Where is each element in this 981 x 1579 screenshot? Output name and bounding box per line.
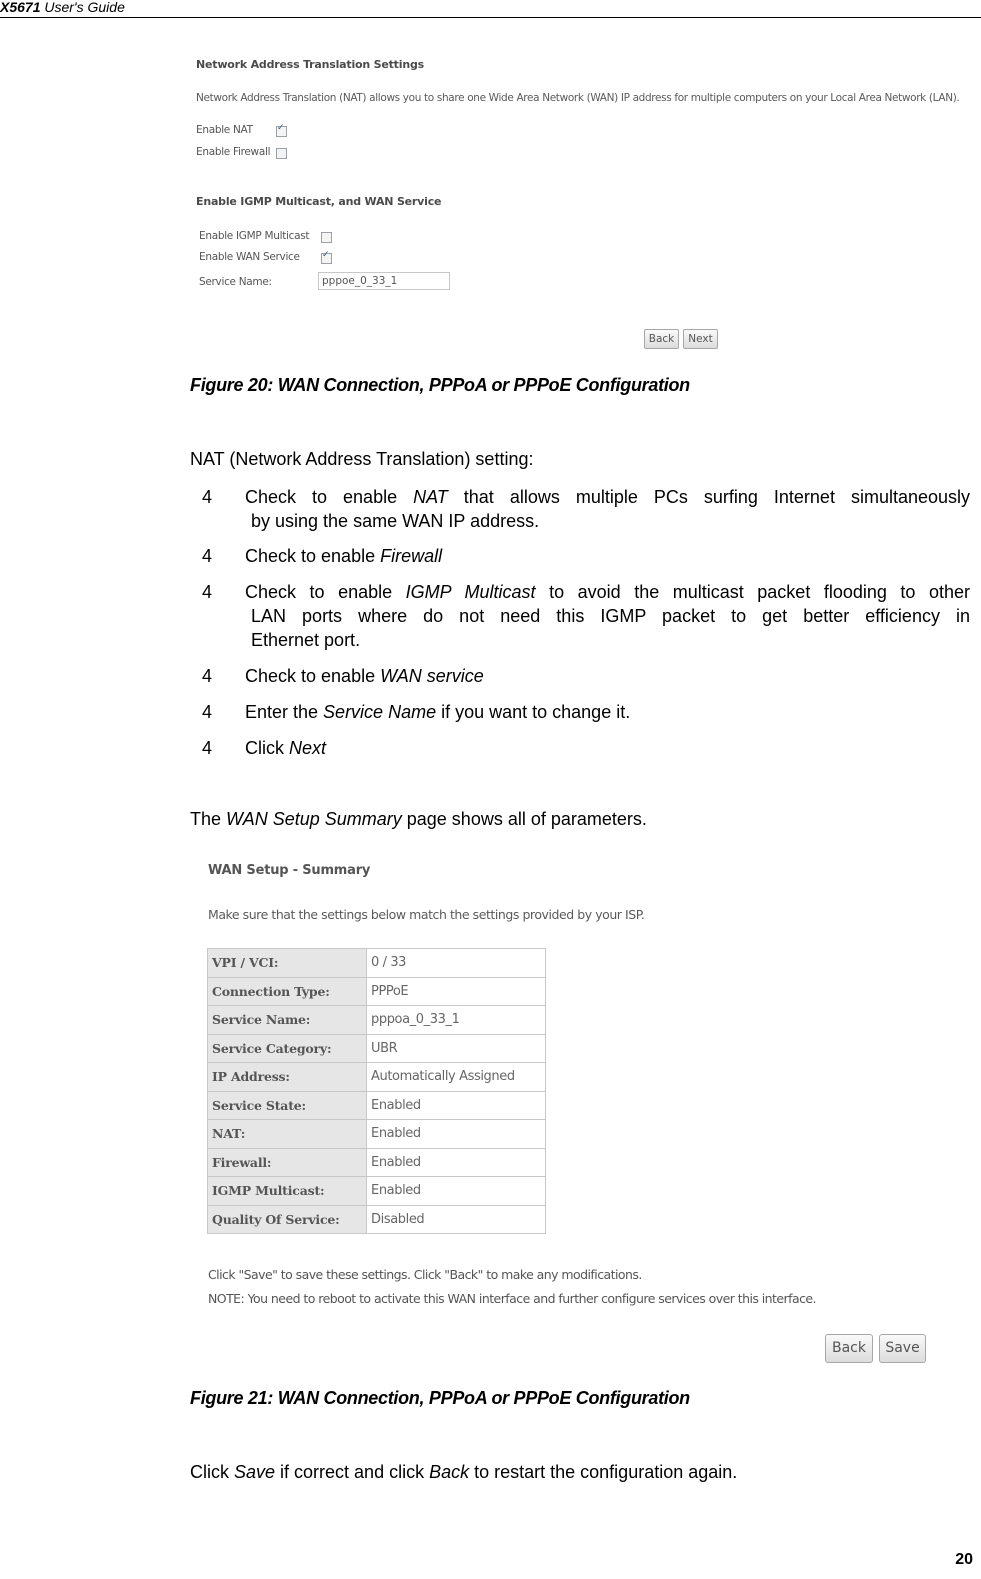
enable-wan-label: Enable WAN Service bbox=[199, 251, 300, 263]
service-name-input[interactable] bbox=[318, 272, 450, 290]
summary-row: NAT: Enabled bbox=[207, 1119, 546, 1149]
guide-label: User's Guide bbox=[40, 0, 125, 15]
summary-value: Enabled bbox=[366, 1090, 546, 1120]
step-text: that allows multiple PCs surfing Interne… bbox=[447, 487, 971, 507]
step-text: Click bbox=[245, 738, 289, 758]
step-emphasis: IGMP Multicast bbox=[405, 582, 536, 602]
emphasis: WAN Setup Summary bbox=[226, 809, 402, 829]
step-emphasis: Service Name bbox=[323, 702, 437, 722]
document-title: X5671 User's Guide bbox=[0, 0, 125, 15]
summary-row: Quality Of Service: Disabled bbox=[207, 1204, 546, 1234]
summary-value: Automatically Assigned bbox=[366, 1062, 546, 1092]
summary-intro: The WAN Setup Summary page shows all of … bbox=[190, 809, 647, 830]
summary-key: Firewall: bbox=[207, 1147, 367, 1177]
nat-settings-heading: Network Address Translation Settings bbox=[196, 58, 424, 71]
step-bullet: 4 bbox=[202, 666, 213, 686]
summary-row: Connection Type: PPPoE bbox=[207, 976, 546, 1006]
summary-key: Service State: bbox=[207, 1090, 367, 1120]
summary-row: Firewall: Enabled bbox=[207, 1147, 546, 1177]
summary-value: Enabled bbox=[366, 1176, 546, 1206]
step-text: Check to enable bbox=[245, 487, 414, 507]
step-emphasis: Next bbox=[289, 738, 327, 758]
step-text: Check to enable bbox=[245, 666, 381, 686]
figure-21-caption: Figure 21: WAN Connection, PPPoA or PPPo… bbox=[190, 1388, 690, 1408]
figure-20-caption: Figure 20: WAN Connection, PPPoA or PPPo… bbox=[190, 375, 690, 395]
page-number: 20 bbox=[955, 1551, 973, 1568]
step-bullet: 4 bbox=[202, 702, 213, 722]
enable-nat-label: Enable NAT bbox=[196, 124, 253, 136]
running-header: X5671 User's Guide bbox=[0, 0, 981, 18]
step-text: if you want to change it. bbox=[436, 702, 631, 722]
wan-summary-table: VPI / VCI: 0 / 33 Connection Type: PPPoE Ser… bbox=[207, 948, 546, 1234]
summary-key: Service Name: bbox=[207, 1005, 367, 1035]
summary-key: IGMP Multicast: bbox=[207, 1176, 367, 1206]
text: Click bbox=[190, 1462, 234, 1482]
summary-value: Enabled bbox=[366, 1147, 546, 1177]
back-button[interactable]: Back bbox=[644, 329, 679, 349]
summary-key: Quality Of Service: bbox=[207, 1204, 367, 1234]
text: page shows all of parameters. bbox=[401, 809, 647, 829]
summary-row: Service State: Enabled bbox=[207, 1090, 546, 1120]
service-name-label: Service Name: bbox=[199, 276, 272, 288]
enable-igmp-label: Enable IGMP Multicast bbox=[199, 230, 310, 242]
step-continuation: by using the same WAN IP address. bbox=[251, 511, 540, 531]
wan-summary-heading: WAN Setup - Summary bbox=[208, 863, 371, 878]
step-continuation: LAN ports where do not need this IGMP pa… bbox=[251, 606, 970, 626]
enable-firewall-label: Enable Firewall bbox=[196, 146, 271, 158]
summary-key: IP Address: bbox=[207, 1062, 367, 1092]
wan-summary-screenshot: WAN Setup - Summary Make sure that the s… bbox=[200, 855, 935, 1370]
nat-settings-screenshot: Network Address Translation Settings Net… bbox=[190, 52, 970, 357]
step-text: to avoid the multicast packet flooding t… bbox=[535, 582, 970, 602]
emphasis: Save bbox=[234, 1462, 276, 1482]
text: if correct and click bbox=[275, 1462, 430, 1482]
enable-igmp-checkbox[interactable] bbox=[321, 232, 332, 243]
summary-value: Enabled bbox=[366, 1119, 546, 1149]
save-button[interactable]: Save bbox=[879, 1334, 926, 1363]
wan-summary-description: Make sure that the settings below match … bbox=[208, 907, 645, 922]
summary-key: Service Category: bbox=[207, 1033, 367, 1063]
summary-key: VPI / VCI: bbox=[207, 948, 367, 978]
nat-intro: NAT (Network Address Translation) settin… bbox=[190, 449, 534, 469]
step-bullet: 4 bbox=[202, 487, 213, 507]
step-text: Enter the bbox=[245, 702, 324, 722]
summary-row: Service Category: UBR bbox=[207, 1033, 546, 1063]
back-button[interactable]: Back bbox=[825, 1334, 873, 1363]
enable-nat-checkbox[interactable] bbox=[276, 123, 287, 137]
step-bullet: 4 bbox=[202, 738, 213, 758]
text: The bbox=[190, 809, 227, 829]
summary-value: pppoa_0_33_1 bbox=[366, 1005, 546, 1035]
summary-value: UBR bbox=[366, 1033, 546, 1063]
step-emphasis: NAT bbox=[413, 487, 448, 507]
nat-description: Network Address Translation (NAT) allows… bbox=[196, 92, 960, 104]
emphasis: Back bbox=[429, 1462, 470, 1482]
next-button[interactable]: Next bbox=[683, 329, 718, 349]
step-bullet: 4 bbox=[202, 582, 213, 602]
step-continuation: Ethernet port. bbox=[251, 630, 361, 650]
step-emphasis: Firewall bbox=[380, 546, 443, 566]
step-emphasis: WAN service bbox=[380, 666, 484, 686]
enable-firewall-checkbox[interactable] bbox=[276, 148, 287, 159]
reboot-note: NOTE: You need to reboot to activate thi… bbox=[208, 1291, 817, 1306]
summary-key: NAT: bbox=[207, 1119, 367, 1149]
step-text: Check to enable bbox=[245, 582, 406, 602]
summary-row: VPI / VCI: 0 / 33 bbox=[207, 948, 546, 978]
closing-instruction: Click Save if correct and click Back to … bbox=[190, 1462, 737, 1483]
save-back-hint: Click "Save" to save these settings. Cli… bbox=[208, 1267, 642, 1282]
step-bullet: 4 bbox=[202, 546, 213, 566]
summary-value: Disabled bbox=[366, 1204, 546, 1234]
igmp-wan-heading: Enable IGMP Multicast, and WAN Service bbox=[196, 195, 442, 208]
text: to restart the configuration again. bbox=[469, 1462, 738, 1482]
enable-wan-checkbox[interactable] bbox=[321, 250, 332, 264]
summary-key: Connection Type: bbox=[207, 976, 367, 1006]
summary-row: Service Name: pppoa_0_33_1 bbox=[207, 1005, 546, 1035]
model-name: X5671 bbox=[0, 0, 41, 15]
summary-value: 0 / 33 bbox=[366, 948, 546, 978]
summary-row: IGMP Multicast: Enabled bbox=[207, 1176, 546, 1206]
step-text: Check to enable bbox=[245, 546, 381, 566]
summary-value: PPPoE bbox=[366, 976, 546, 1006]
summary-row: IP Address: Automatically Assigned bbox=[207, 1062, 546, 1092]
